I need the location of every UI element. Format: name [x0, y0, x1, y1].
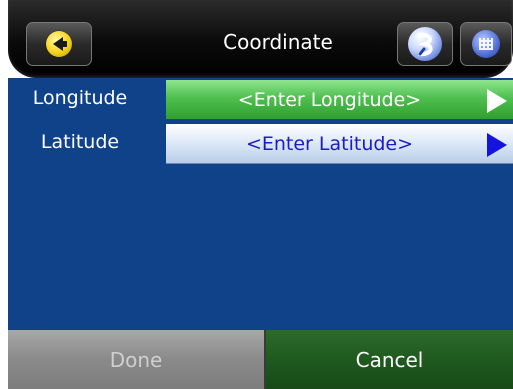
back-arrow-icon: [46, 31, 72, 57]
bottom-bar: Done Cancel: [8, 330, 513, 389]
done-button[interactable]: Done: [8, 330, 266, 389]
brand-button[interactable]: [397, 22, 453, 66]
menu-grid-icon: [472, 30, 500, 58]
menu-button[interactable]: [460, 22, 512, 66]
back-button[interactable]: [26, 22, 92, 66]
latitude-field[interactable]: <Enter Latitude>: [166, 124, 513, 164]
longitude-placeholder: <Enter Longitude>: [237, 88, 422, 111]
play-arrow-icon: [487, 89, 507, 113]
longitude-label: Longitude: [32, 87, 128, 109]
page-title: Coordinate: [223, 30, 333, 54]
cancel-button[interactable]: Cancel: [266, 330, 513, 389]
latitude-placeholder: <Enter Latitude>: [245, 132, 414, 155]
longitude-field[interactable]: <Enter Longitude>: [166, 80, 513, 120]
latitude-label: Latitude: [40, 131, 120, 153]
header-bar: Coordinate: [8, 0, 513, 78]
app-window: Coordinate Longitude <Enter Longitude> L…: [0, 0, 513, 389]
brand-logo-icon: [408, 27, 442, 61]
play-arrow-icon: [487, 133, 507, 157]
